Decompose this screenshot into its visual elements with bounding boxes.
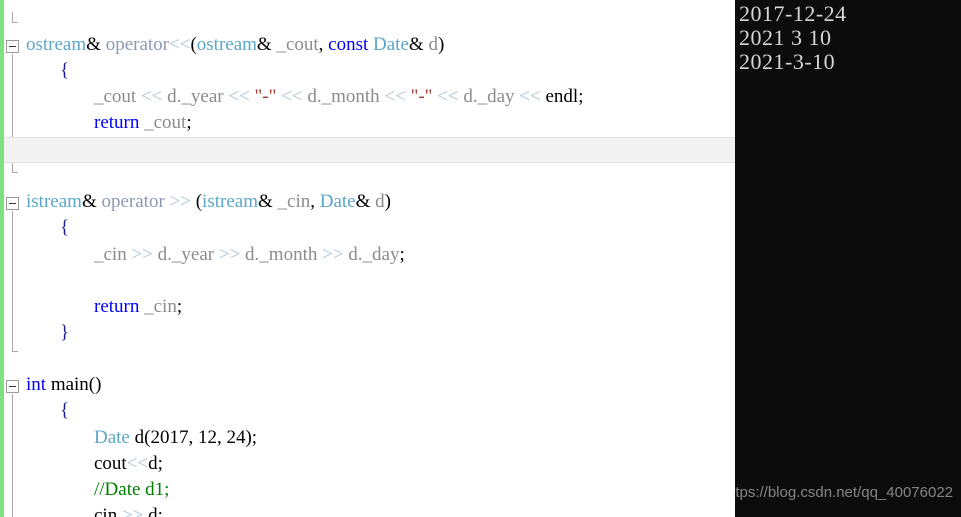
code-line[interactable]: int main() [26,372,101,398]
code-token: main() [46,374,102,395]
code-line[interactable]: ostream& operator<<(ostream& _cout, cons… [26,32,444,58]
code-line[interactable]: Date d(2017, 12, 24); [94,425,257,451]
code-token: & [408,34,429,55]
code-token: ; [176,296,183,317]
code-line[interactable]: { [60,58,69,84]
code-token: << [437,86,459,107]
code-token: & [86,34,106,55]
code-token: d. [307,86,322,107]
code-token: , [310,191,320,212]
code-token: _year [171,244,215,265]
code-token: Date [373,34,409,55]
watermark-url: https://blog.csdn.net/qq_40076022 [735,484,953,501]
code-line[interactable]: return _cout; [94,110,192,136]
code-line[interactable]: istream& operator >> (istream& _cin, Dat… [26,189,391,215]
code-token: "-" [254,86,277,107]
code-token: << [169,34,191,55]
code-token: & [257,191,278,212]
code-line[interactable]: return _cin; [94,294,182,320]
code-token: >> [131,244,153,265]
code-token: const [328,34,369,55]
code-token: return [94,112,140,133]
code-token: d; [148,453,163,474]
code-token: d. [167,86,182,107]
code-token: endl; [540,86,584,107]
code-token: _day [362,244,400,265]
console-output-pane[interactable]: 2017-12-242021 3 102021-3-10 https https… [735,0,961,517]
code-token: { [60,60,70,81]
code-token: operator [105,34,169,55]
code-token: { [60,217,70,238]
code-token: << [228,86,250,107]
console-output-line: 2021-3-10 [739,49,836,74]
code-text-area[interactable]: ostream& operator<<(ostream& _cout, cons… [4,0,735,517]
code-token: Date [94,427,130,448]
code-token: //Date d1; [94,479,170,500]
current-line-highlight [4,137,735,163]
code-token: << [126,453,149,474]
code-token: & [81,191,102,212]
code-line[interactable]: { [60,398,69,424]
code-token: operator [101,191,165,212]
code-token: , [318,34,329,55]
console-output-line: 2017-12-24 [739,1,847,26]
code-token: _month [259,244,318,265]
code-token: ( [190,191,203,212]
code-token: "-" [410,86,433,107]
code-token: _cin [94,244,127,265]
code-line[interactable]: cin >> d; [94,503,163,517]
code-token: << [281,86,303,107]
code-token: cin [94,505,118,517]
code-token: d. [348,244,363,265]
code-token: istream [26,191,82,212]
code-token: d [375,191,385,212]
code-token: _cin [277,191,311,212]
code-token: int [26,374,47,395]
code-token: ostream [196,34,257,55]
code-token: << [140,86,163,107]
code-editor-pane[interactable]: ostream& operator<<(ostream& _cout, cons… [0,0,735,517]
code-token: return [94,296,140,317]
code-line[interactable]: _cout << d._year << "-" << d._month << "… [94,84,583,110]
code-token: ; [186,112,192,133]
code-token: } [60,322,70,343]
code-line[interactable]: //Date d1; [94,477,169,503]
code-token: >> [322,244,344,265]
code-token: _month [321,86,380,107]
code-line[interactable]: { [60,215,69,241]
code-line[interactable]: } [60,320,69,346]
code-line[interactable]: cout<<d; [94,451,163,477]
code-token: istream [202,191,258,212]
code-token: ostream [26,34,87,55]
code-token: << [384,86,406,107]
code-token: cout [94,453,127,474]
code-token: _cout [276,34,319,55]
screenshot-root: ostream& operator<<(ostream& _cout, cons… [0,0,961,517]
code-token: d. [245,244,260,265]
code-token: { [60,400,70,421]
code-token: _cin [144,296,177,317]
code-token: d; [143,505,163,517]
console-output-lines: 2017-12-24 2021 3 10 2021-3-10 [739,2,961,74]
code-token: ; [399,244,405,265]
code-token: ) [384,191,391,212]
code-token: _year [181,86,224,107]
console-output-line: 2021 3 10 [739,25,832,50]
code-token: >> [218,244,241,265]
code-token: & [256,34,277,55]
code-token: _cout [144,112,187,133]
code-token: >> [169,191,191,212]
code-token: & [355,191,376,212]
code-token: << [519,86,541,107]
code-token: _cout [94,86,137,107]
code-token: Date [319,191,356,212]
code-line[interactable]: _cin >> d._year >> d._month >> d._day; [94,242,405,268]
code-token: _day [477,86,515,107]
code-token: ) [437,34,445,55]
code-token: d. [463,86,478,107]
code-token: d [428,34,438,55]
code-token: >> [121,505,144,517]
code-token: d(2017, 12, 24); [129,427,258,448]
code-token: d. [157,244,172,265]
